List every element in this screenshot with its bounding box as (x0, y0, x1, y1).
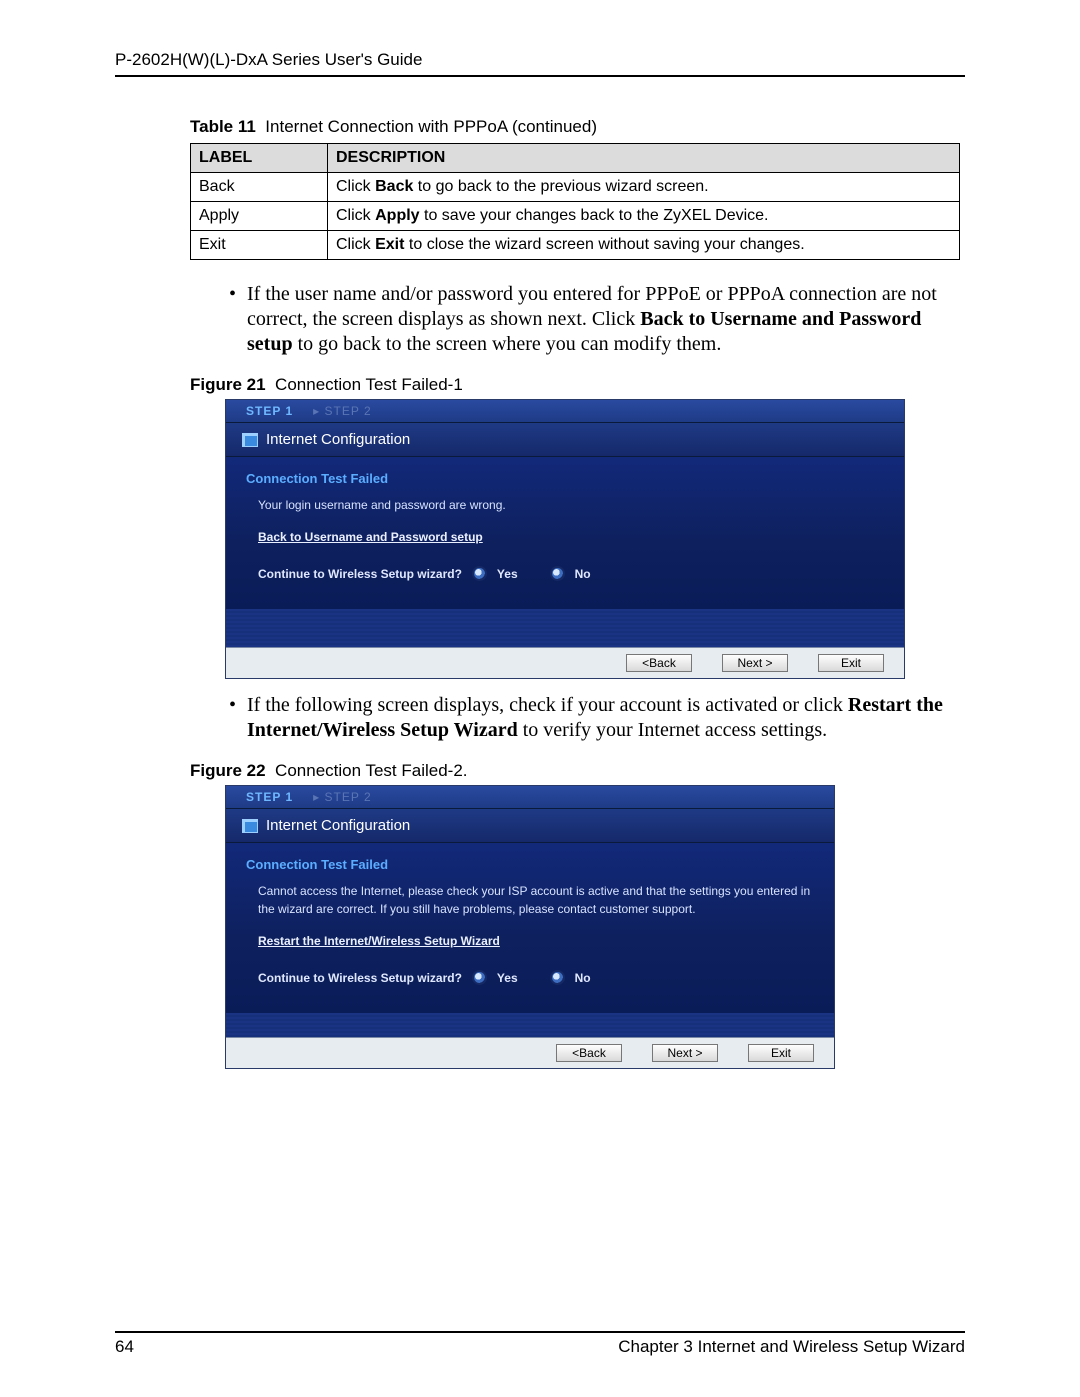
table11-caption: Table 11 Internet Connection with PPPoA … (190, 117, 965, 137)
wizard-title-bar: Internet Configuration (226, 809, 834, 843)
table11-row-label: Exit (191, 231, 328, 260)
wizard-message: Your login username and password are wro… (246, 494, 884, 526)
config-icon (242, 819, 258, 833)
page-header: P-2602H(W)(L)-DxA Series User's Guide (115, 50, 965, 77)
wizard-title: Internet Configuration (266, 431, 410, 448)
body-bullet: If the user name and/or password you ent… (247, 282, 967, 357)
wizard-title-bar: Internet Configuration (226, 423, 904, 457)
page-number: 64 (115, 1337, 134, 1357)
table11-caption-label: Table 11 (190, 117, 256, 136)
wizard-step-dim: ▸ STEP 2 (313, 790, 372, 804)
body-bullet: If the following screen displays, check … (247, 693, 967, 743)
figure21-label: Figure 21 (190, 375, 266, 394)
wizard-step-bar: STEP 1 ▸ STEP 2 (226, 400, 904, 423)
figure21-text: Connection Test Failed-1 (275, 375, 463, 394)
wizard-fail-heading: Connection Test Failed (246, 853, 814, 880)
restart-wizard-link[interactable]: Restart the Internet/Wireless Setup Wiza… (258, 934, 500, 948)
wizard-stripes (226, 609, 904, 647)
table-row: Apply Click Apply to save your changes b… (191, 202, 960, 231)
back-button[interactable]: <Back (626, 654, 692, 672)
wizard-body: Connection Test Failed Your login userna… (226, 457, 904, 609)
wizard-footer: <Back Next > Exit (226, 1037, 834, 1068)
wizard-step-active: STEP 1 (246, 404, 293, 418)
exit-button[interactable]: Exit (748, 1044, 814, 1062)
wizard-title: Internet Configuration (266, 817, 410, 834)
table11-caption-text: Internet Connection with PPPoA (continue… (265, 117, 597, 136)
table11-row-desc: Click Back to go back to the previous wi… (328, 173, 960, 202)
table11-row-label: Back (191, 173, 328, 202)
wireless-continue-label: Continue to Wireless Setup wizard? (258, 971, 462, 985)
wizard-step-dim: ▸ STEP 2 (313, 404, 372, 418)
figure22-label: Figure 22 (190, 761, 266, 780)
table11-row-desc: Click Apply to save your changes back to… (328, 202, 960, 231)
radio-no-label: No (575, 971, 591, 985)
table11-header-label: LABEL (191, 144, 328, 173)
radio-yes-label: Yes (497, 971, 518, 985)
radio-no[interactable] (550, 566, 565, 581)
next-button[interactable]: Next > (652, 1044, 718, 1062)
figure22-text: Connection Test Failed-2. (275, 761, 467, 780)
page-footer: 64 Chapter 3 Internet and Wireless Setup… (115, 1331, 965, 1357)
wizard-screenshot-1: STEP 1 ▸ STEP 2 Internet Configuration C… (225, 399, 905, 679)
wizard-fail-heading: Connection Test Failed (246, 467, 884, 494)
radio-yes[interactable] (472, 566, 487, 581)
table11-row-desc: Click Exit to close the wizard screen wi… (328, 231, 960, 260)
wizard-footer: <Back Next > Exit (226, 647, 904, 678)
wizard-stripes (226, 1013, 834, 1037)
back-to-username-link[interactable]: Back to Username and Password setup (258, 530, 483, 544)
table11-row-label: Apply (191, 202, 328, 231)
wizard-message: Cannot access the Internet, please check… (246, 880, 814, 930)
radio-no[interactable] (550, 970, 565, 985)
figure21-caption: Figure 21 Connection Test Failed-1 (190, 375, 965, 395)
table11: LABEL DESCRIPTION Back Click Back to go … (190, 143, 960, 260)
wizard-body: Connection Test Failed Cannot access the… (226, 843, 834, 1013)
exit-button[interactable]: Exit (818, 654, 884, 672)
next-button[interactable]: Next > (722, 654, 788, 672)
wireless-continue-label: Continue to Wireless Setup wizard? (258, 567, 462, 581)
chapter-title: Chapter 3 Internet and Wireless Setup Wi… (618, 1337, 965, 1357)
figure22-caption: Figure 22 Connection Test Failed-2. (190, 761, 965, 781)
wizard-screenshot-2: STEP 1 ▸ STEP 2 Internet Configuration C… (225, 785, 835, 1069)
back-button[interactable]: <Back (556, 1044, 622, 1062)
table11-header-description: DESCRIPTION (328, 144, 960, 173)
config-icon (242, 433, 258, 447)
table-row: Exit Click Exit to close the wizard scre… (191, 231, 960, 260)
radio-yes-label: Yes (497, 567, 518, 581)
table-row: Back Click Back to go back to the previo… (191, 173, 960, 202)
radio-yes[interactable] (472, 970, 487, 985)
wizard-step-bar: STEP 1 ▸ STEP 2 (226, 786, 834, 809)
wizard-step-active: STEP 1 (246, 790, 293, 804)
radio-no-label: No (575, 567, 591, 581)
